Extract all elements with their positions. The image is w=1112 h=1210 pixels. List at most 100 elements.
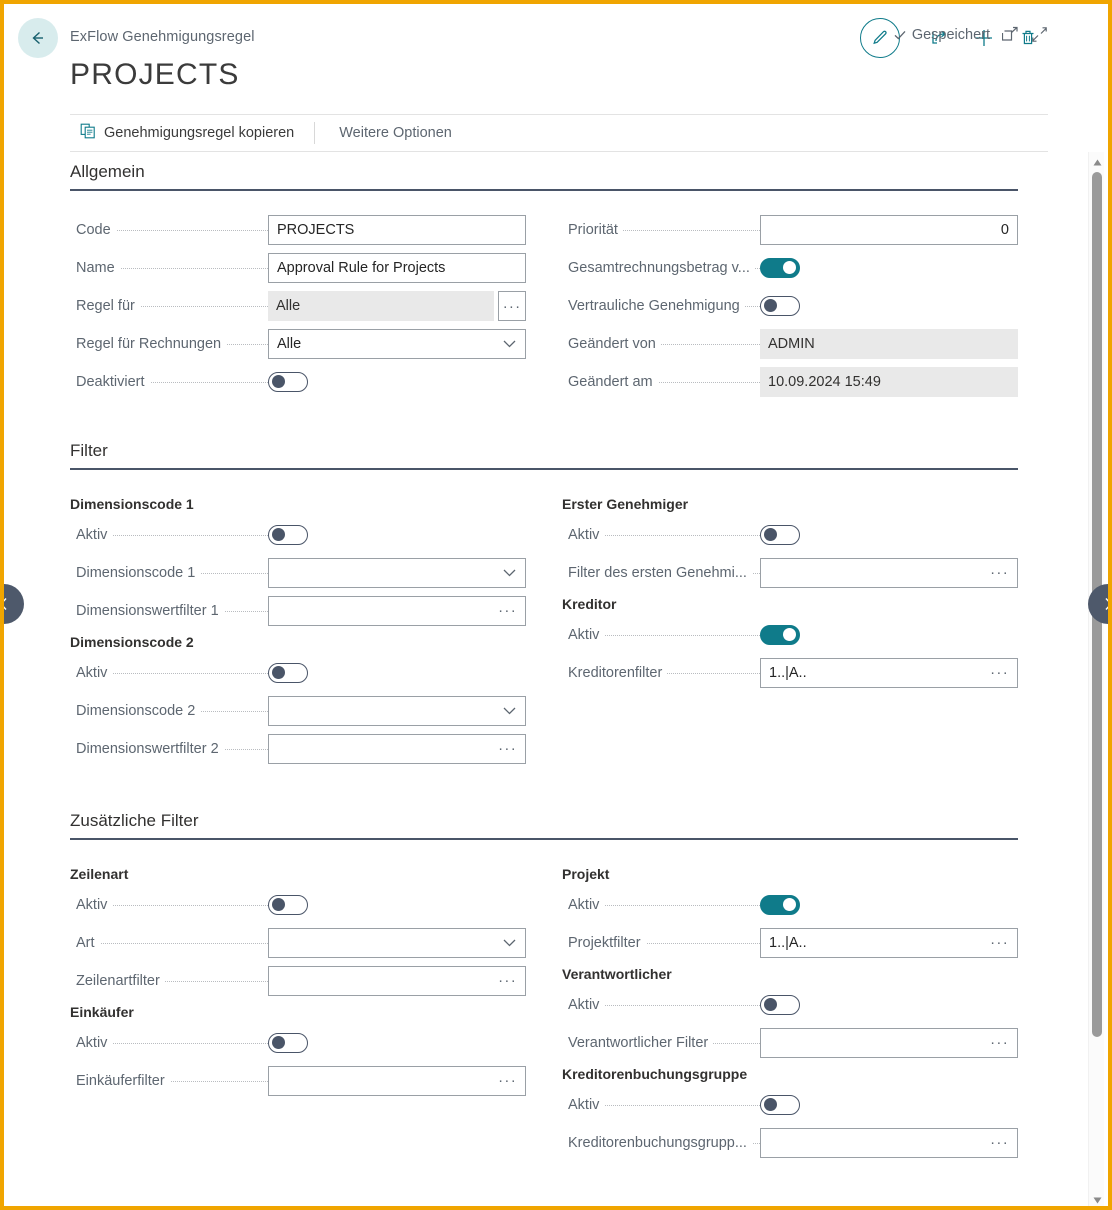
input-value: 1..|A.. [769,665,807,681]
vertical-scrollbar[interactable] [1088,152,1105,1206]
page-title: PROJECTS [70,58,240,91]
toggle-vertrauliche-genehmigung[interactable] [760,296,800,316]
breadcrumb[interactable]: ExFlow Genehmigungsregel [70,29,255,45]
group-heading-verantwortlicher: Verantwortlicher [562,966,672,982]
field-label-einkaeuferfilter: Einkäuferfilter [76,1062,170,1100]
collapse-icon [1032,27,1047,42]
toggle-aktiv[interactable] [268,895,308,915]
copy-approval-rule-label: Genehmigungsregel kopieren [104,125,295,141]
input-value: Alle [277,336,302,352]
open-new-window-button[interactable] [1002,26,1019,43]
more-options-label: Weitere Optionen [339,125,452,141]
toggle-aktiv[interactable] [760,525,800,545]
input-dimensionscode-2[interactable] [268,696,526,726]
scroll-down-arrow-icon[interactable] [1089,1192,1105,1206]
field-label-aktiv: Aktiv [568,886,605,924]
copy-approval-rule-button[interactable]: Genehmigungsregel kopieren [70,115,308,151]
assist-ellipsis-icon[interactable]: ··· [990,664,1009,681]
more-options-button[interactable]: Weitere Optionen [321,115,466,151]
field-row-aktiv: Aktiv [70,654,530,692]
assist-ellipsis-icon[interactable]: ··· [990,1134,1009,1151]
field-row-aktiv: Aktiv [70,1024,530,1062]
field-row-aktiv: Aktiv [70,516,530,554]
assist-button-regel-fuer[interactable]: ··· [498,291,526,321]
toggle-aktiv[interactable] [760,1095,800,1115]
field-row-projektfilter: Projektfilter 1..|A.. ··· [562,924,1022,962]
toggle-knob [764,1098,777,1111]
toggle-aktiv[interactable] [760,995,800,1015]
field-row-filter-des-ersten-genehmi: Filter des ersten Genehmi... ··· [562,554,1022,592]
collapse-button[interactable] [1031,26,1048,43]
toggle-deaktiviert[interactable] [268,372,308,392]
field-row-dimensionswertfilter-2: Dimensionswertfilter 2 ··· [70,730,530,768]
assist-ellipsis-icon[interactable]: ··· [498,972,517,989]
field-label-art: Art [76,924,100,962]
field-label-dimensionscode-2: Dimensionscode 2 [76,692,201,730]
input-name[interactable]: Approval Rule for Projects [268,253,526,283]
column-left: Dimensionscode 1 Aktiv Dimensionscode 1 Dim… [70,492,530,768]
section-divider [70,838,1018,840]
assist-ellipsis-icon[interactable]: ··· [498,602,517,619]
field-label-dimensionswertfilter-2: Dimensionswertfilter 2 [76,730,224,768]
toggle-aktiv[interactable] [268,525,308,545]
toggle-knob [783,261,796,274]
toggle-aktiv[interactable] [268,663,308,683]
toggle-knob [764,528,777,541]
input-verantwortlicher-filter[interactable]: ··· [760,1028,1018,1058]
assist-ellipsis-icon[interactable]: ··· [990,1034,1009,1051]
input-dimensionswertfilter-2[interactable]: ··· [268,734,526,764]
scroll-up-arrow-icon[interactable] [1089,154,1105,170]
group-heading-einkaeufer: Einkäufer [70,1004,134,1020]
dropdown-chevron[interactable] [503,569,516,578]
field-row-name: Name Approval Rule for Projects [70,249,530,287]
assist-ellipsis-icon[interactable]: ··· [498,1072,517,1089]
group-heading-dimensionscode-2: Dimensionscode 2 [70,634,194,650]
assist-ellipsis-icon[interactable]: ··· [990,564,1009,581]
assist-ellipsis-icon[interactable]: ··· [498,740,517,757]
section-grid: Zeilenart Aktiv Art Zeilenartfilter ··· Einkä… [70,862,1018,1162]
field-label-code: Code [76,211,116,249]
field-label-deaktiviert: Deaktiviert [76,363,150,401]
window-status-group: Gespeichert [893,26,1048,43]
dropdown-chevron[interactable] [503,340,516,349]
field-label-prioritaet: Priorität [568,211,623,249]
column-right: Priorität 0 Gesamtrechnungsbetrag v... Vert… [562,211,1022,401]
field-label-geaendert-von: Geändert von [568,325,661,363]
toggle-knob [272,528,285,541]
input-projektfilter[interactable]: 1..|A.. ··· [760,928,1018,958]
input-zeilenartfilter[interactable]: ··· [268,966,526,996]
input-einkaeuferfilter[interactable]: ··· [268,1066,526,1096]
back-arrow-icon [32,31,43,45]
toggle-aktiv[interactable] [760,895,800,915]
command-separator [314,122,316,144]
input-value: 10.09.2024 15:49 [768,374,881,390]
toggle-gesamtrechnungsbetrag-v[interactable] [760,258,800,278]
field-label-aktiv: Aktiv [568,1086,605,1124]
input-prioritaet[interactable]: 0 [760,215,1018,245]
toggle-knob [783,628,796,641]
input-dimensionscode-1[interactable] [268,558,526,588]
input-kreditorenbuchungsgrupp[interactable]: ··· [760,1128,1018,1158]
toggle-aktiv[interactable] [268,1033,308,1053]
section-zusaetzliche-filter: Zusätzliche Filter Zeilenart Aktiv Art Zeile… [70,811,1018,1162]
dropdown-chevron[interactable] [503,707,516,716]
input-code[interactable]: PROJECTS [268,215,526,245]
field-row-geaendert-von: Geändert von ADMIN [562,325,1022,363]
back-button[interactable] [18,18,58,58]
field-label-vertrauliche-genehmigung: Vertrauliche Genehmigung [568,287,745,325]
assist-ellipsis-icon[interactable]: ··· [990,934,1009,951]
input-art[interactable] [268,928,526,958]
field-label-aktiv: Aktiv [76,516,113,554]
field-row-regel-fuer: Regel für Alle ··· [70,287,530,325]
dropdown-chevron[interactable] [503,939,516,948]
field-row-prioritaet: Priorität 0 [562,211,1022,249]
field-row-dimensionscode-1: Dimensionscode 1 [70,554,530,592]
section-grid: Code PROJECTS Name Approval Rule for Projec… [70,211,1018,401]
section-divider [70,189,1018,191]
input-dimensionswertfilter-1[interactable]: ··· [268,596,526,626]
input-regel-fuer-rechnungen[interactable]: Alle [268,329,526,359]
input-kreditorenfilter[interactable]: 1..|A.. ··· [760,658,1018,688]
chevron-down-icon [503,707,516,715]
toggle-aktiv[interactable] [760,625,800,645]
input-filter-des-ersten-genehmi[interactable]: ··· [760,558,1018,588]
